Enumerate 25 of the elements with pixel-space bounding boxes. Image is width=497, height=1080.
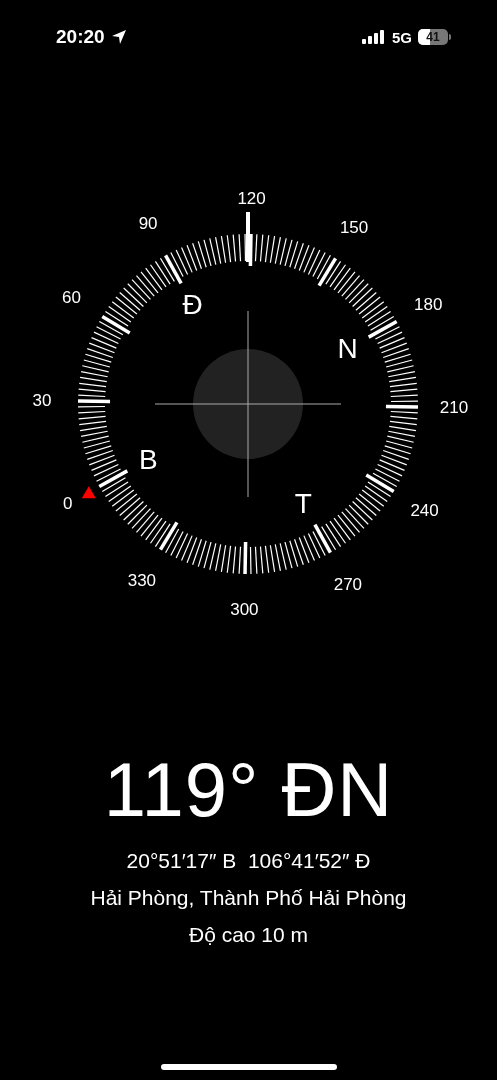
location-arrow-icon: [110, 29, 127, 45]
degree-label: 90: [138, 214, 158, 234]
degree-label: 180: [414, 294, 443, 314]
degree-label: 0: [63, 494, 73, 514]
degree-label: 210: [439, 398, 469, 418]
place-name: Hải Phòng, Thành Phố Hải Phòng: [90, 886, 407, 910]
signal-icon: [362, 30, 386, 44]
degree-label: 30: [32, 390, 52, 410]
cardinal-label: Đ: [182, 288, 203, 320]
degree-label: 300: [230, 600, 259, 620]
cardinal-label: N: [337, 333, 358, 365]
degree-label: 150: [339, 217, 369, 237]
cardinal-label: T: [294, 488, 312, 520]
degree-label: 120: [237, 188, 266, 208]
degree-label: 330: [127, 571, 157, 591]
coordinates: 20°51′17″ B 106°41′52″ Đ: [126, 849, 371, 873]
degree-label: 240: [410, 500, 439, 520]
clock-time: 20:20: [56, 26, 105, 48]
north-marker-icon: [81, 486, 96, 499]
network-type: 5G: [392, 28, 412, 46]
heading-reading: 119° ĐN: [103, 746, 394, 833]
degree-label: 60: [61, 288, 81, 308]
degree-label: 270: [333, 574, 363, 594]
cardinal-label: B: [138, 443, 158, 475]
elevation: Độ cao 10 m: [188, 923, 309, 947]
